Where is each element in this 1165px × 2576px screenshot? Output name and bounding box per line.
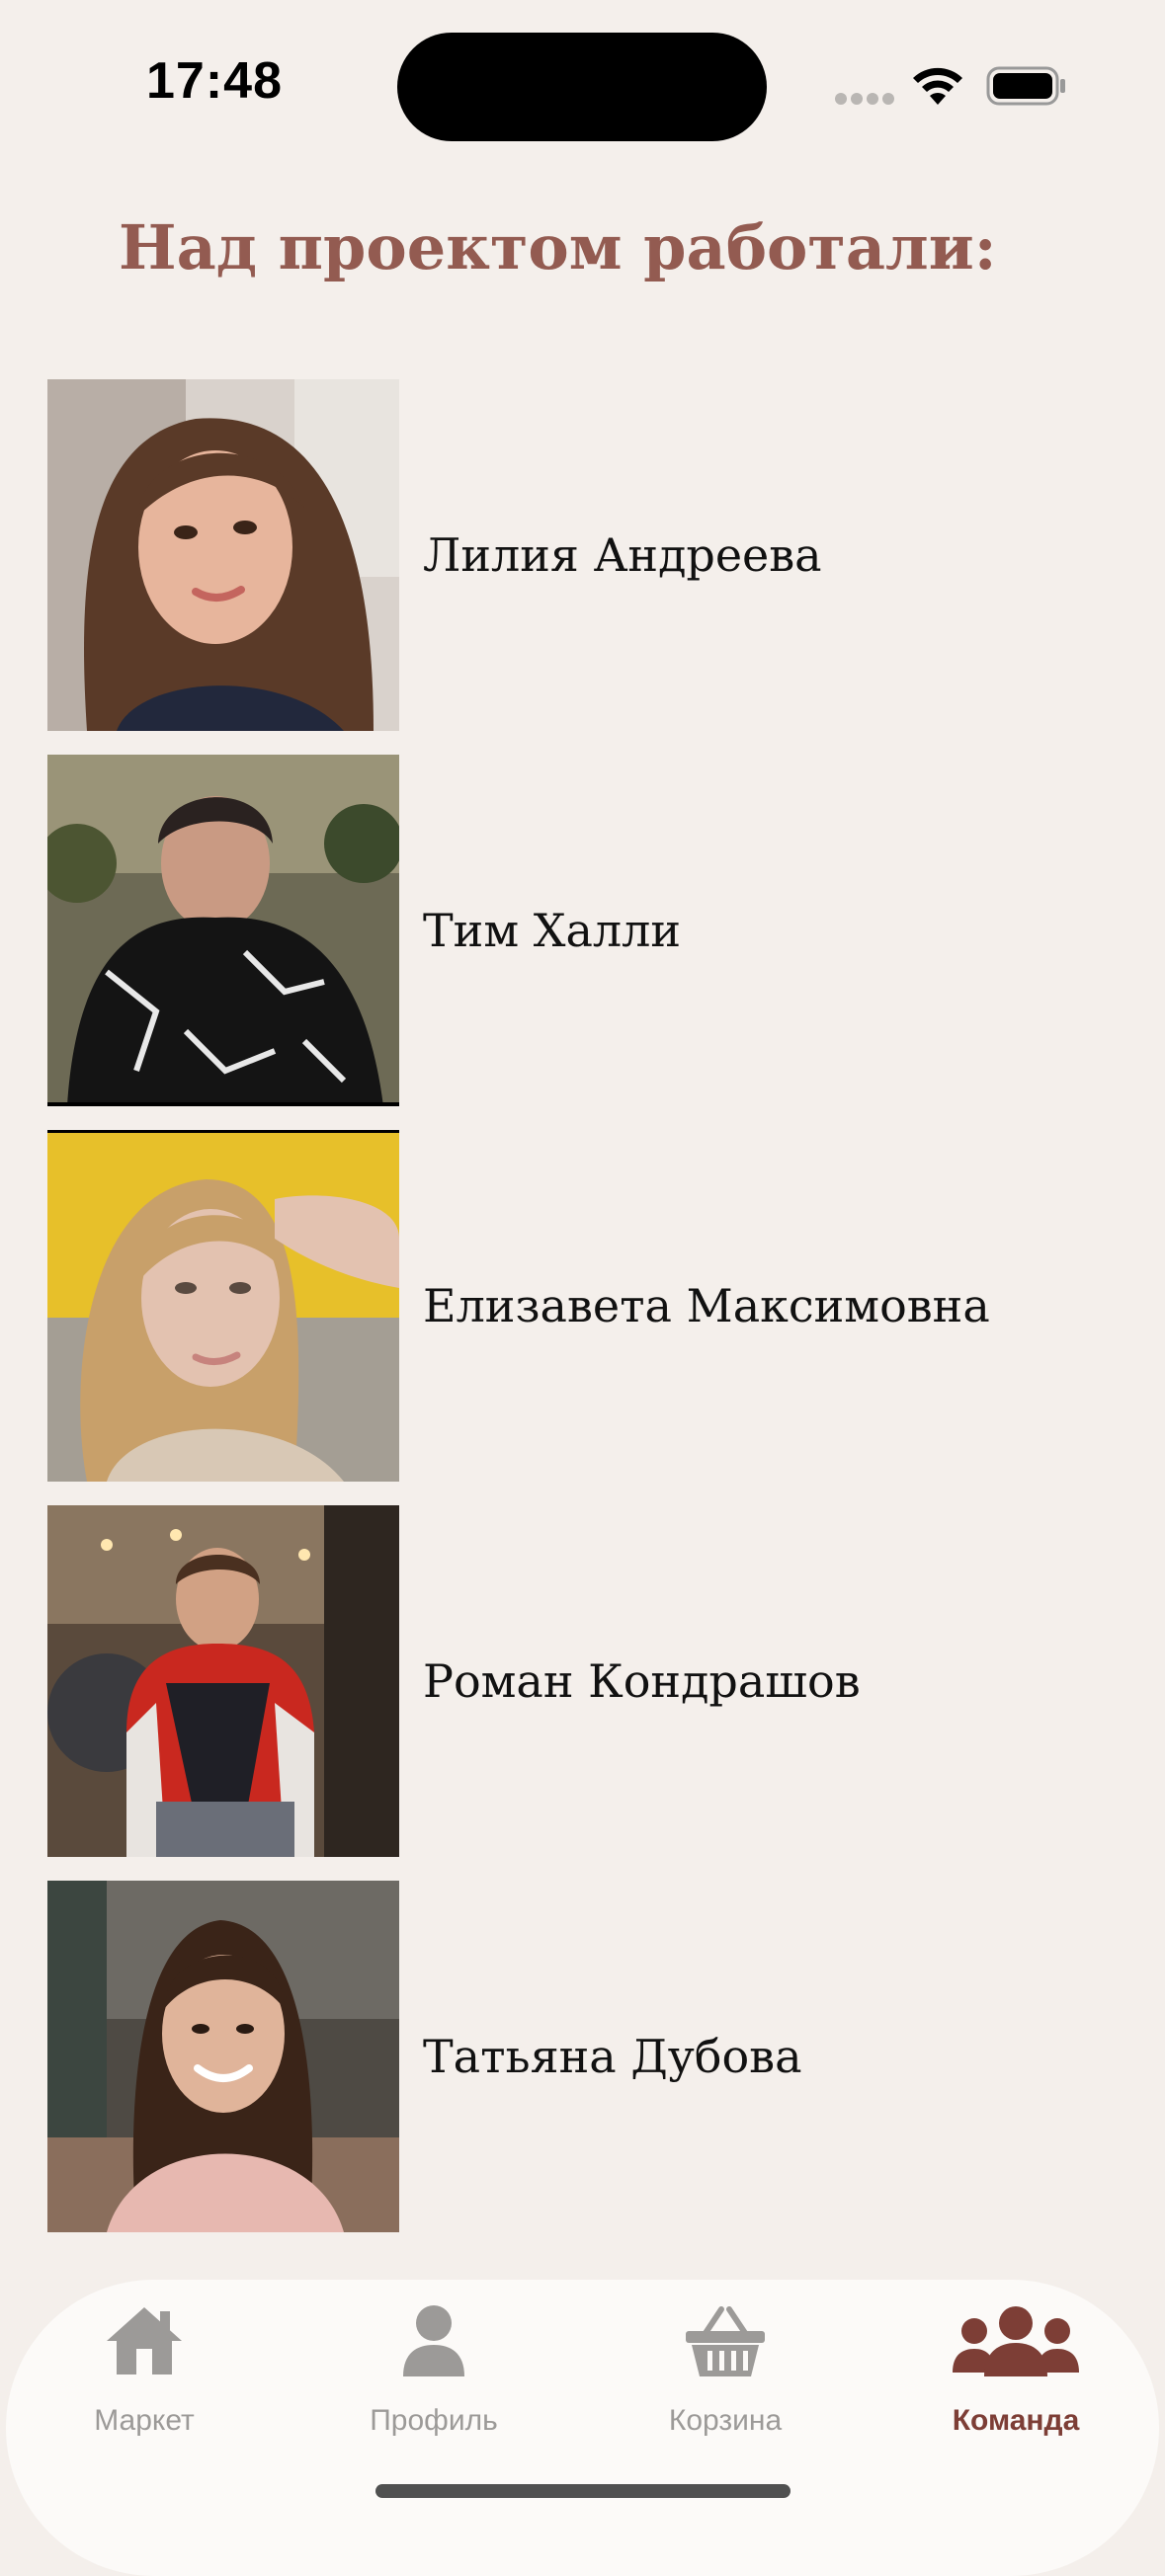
status-time: 17:48 <box>146 52 283 110</box>
member-name: Елизавета Максимовна <box>423 1279 990 1332</box>
home-indicator[interactable] <box>375 2484 791 2498</box>
cellular-signal-icon <box>835 93 894 107</box>
member-name: Роман Кондрашов <box>423 1654 861 1708</box>
tab-cart[interactable]: Корзина <box>607 2294 844 2442</box>
tab-team[interactable]: Команда <box>897 2294 1134 2442</box>
member-name: Лилия Андреева <box>423 528 822 582</box>
member-photo <box>47 1130 399 1482</box>
wifi-icon <box>913 67 962 105</box>
tab-market[interactable]: Маркет <box>26 2294 263 2442</box>
page-title: Над проектом работали: <box>119 211 997 283</box>
team-member-row[interactable]: Лилия Андреева <box>47 379 1134 731</box>
member-photo <box>47 379 399 731</box>
team-member-row[interactable]: Роман Кондрашов <box>47 1505 1134 1857</box>
team-member-row[interactable]: Елизавета Максимовна <box>47 1130 1134 1482</box>
team-member-row[interactable]: Тим Халли <box>47 755 1134 1106</box>
dynamic-island <box>397 33 767 141</box>
tab-bar: Маркет Профиль Корзина Команда <box>6 2280 1159 2576</box>
battery-icon <box>986 66 1065 106</box>
member-name: Татьяна Дубова <box>423 2030 802 2083</box>
tab-label: Маркет <box>94 2404 195 2437</box>
person-icon <box>403 2305 464 2376</box>
member-photo <box>47 1505 399 1857</box>
basket-icon <box>686 2306 765 2376</box>
tab-label: Профиль <box>370 2404 498 2437</box>
team-member-row[interactable]: Татьяна Дубова <box>47 1881 1134 2232</box>
group-icon <box>953 2306 1079 2376</box>
member-photo <box>47 755 399 1106</box>
house-icon <box>107 2307 182 2375</box>
tab-label: Корзина <box>668 2404 783 2437</box>
tab-profile[interactable]: Профиль <box>315 2294 552 2442</box>
status-bar: 17:48 <box>0 0 1165 168</box>
member-name: Тим Халли <box>423 904 682 957</box>
member-photo <box>47 1881 399 2232</box>
tab-label: Команда <box>952 2404 1080 2437</box>
